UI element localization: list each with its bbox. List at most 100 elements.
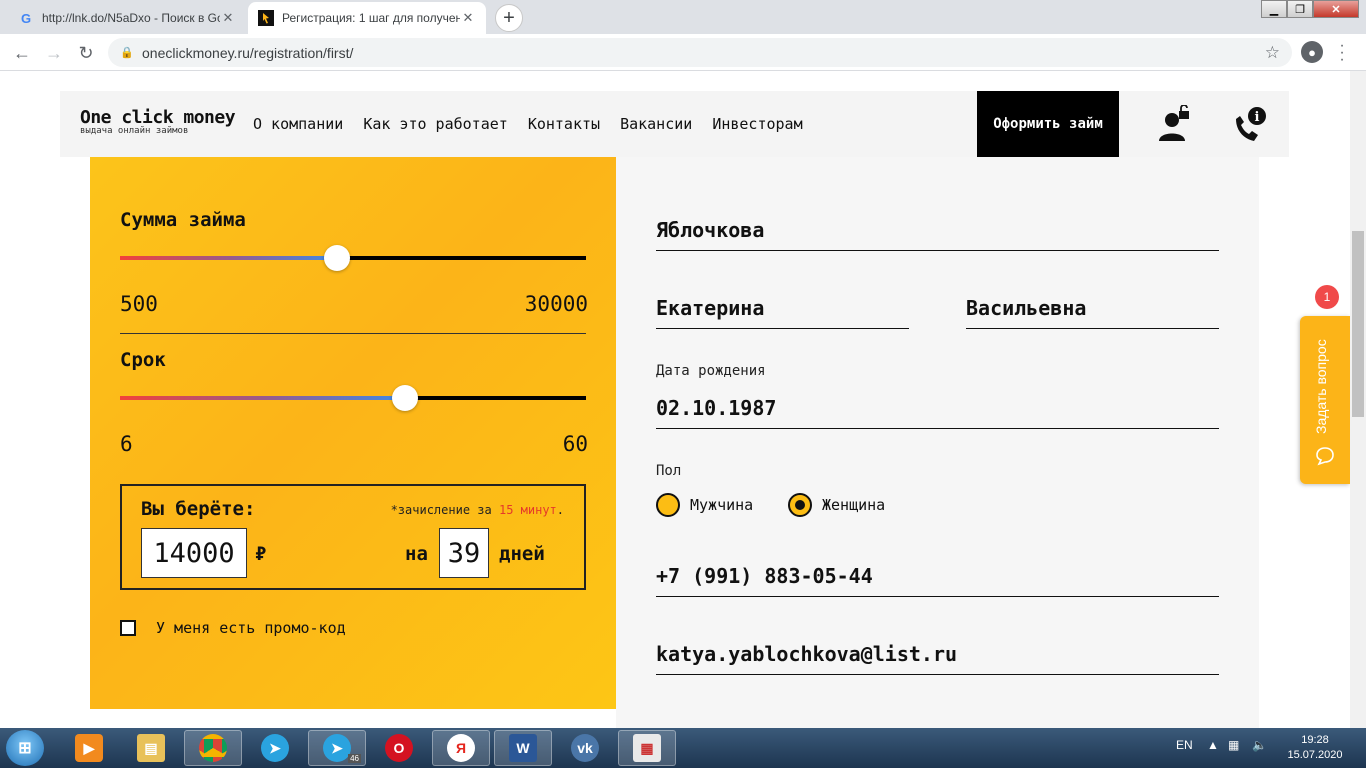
on-label: на — [405, 543, 428, 565]
email-field[interactable]: katya.yablochkova@list.ru — [656, 623, 1219, 675]
currency-sign: ₽ — [255, 543, 267, 565]
network-icon[interactable]: ▦ — [1228, 738, 1239, 752]
volume-icon[interactable]: 🔈 — [1252, 738, 1267, 752]
gender-label: Пол — [656, 463, 682, 479]
page-viewport: One click money выдача онлайн займов О к… — [0, 71, 1350, 728]
taskbar-explorer[interactable]: ▤ — [122, 730, 180, 766]
transfer-note: *зачисление за 15 минут. — [391, 503, 564, 517]
taskbar-yandex[interactable]: Я — [432, 730, 490, 766]
transfer-note-suffix: . — [556, 503, 564, 517]
loan-summary-box: Вы берёте: *зачисление за 15 минут. 1400… — [120, 484, 586, 590]
tab-registration[interactable]: Регистрация: 1 шаг для получения займа ✕ — [248, 2, 486, 34]
nav-item-vacancies[interactable]: Вакансии — [620, 115, 692, 133]
nav-item-about[interactable]: О компании — [253, 115, 343, 133]
registration-form-panel: Яблочкова Екатерина Васильевна Дата рожд… — [616, 157, 1259, 728]
amount-slider-fill — [120, 256, 337, 260]
folder-icon: ▤ — [137, 734, 165, 762]
main-nav: О компании Как это работает Контакты Вак… — [253, 115, 803, 133]
telegram-icon: ➤ — [261, 734, 289, 762]
ask-question-label: Задать вопрос — [1313, 339, 1329, 434]
windows-start-icon[interactable]: ⊞ — [6, 730, 44, 766]
telegram-count-badge: 46 — [348, 754, 361, 763]
tray-expand-icon[interactable]: ▲ — [1207, 738, 1219, 752]
amount-min: 500 — [120, 292, 158, 316]
address-bar[interactable]: 🔒 oneclickmoney.ru/registration/first/ ☆ — [108, 38, 1292, 67]
gender-male-label: Мужчина — [690, 496, 754, 514]
telegram-icon: ➤ — [323, 734, 351, 762]
taskbar-telegram-2[interactable]: ➤ 46 — [308, 730, 366, 766]
logo-title: One click money — [80, 107, 236, 128]
calc-divider — [120, 333, 586, 334]
tab-title: http://lnk.do/N5aDxo - Поиск в Google — [42, 11, 220, 25]
google-icon: G — [20, 10, 32, 26]
gender-male-radio[interactable]: Мужчина — [656, 493, 753, 517]
apply-loan-button[interactable]: Оформить займ — [977, 91, 1119, 157]
back-arrow-icon[interactable]: ← — [10, 41, 34, 65]
new-tab-button[interactable]: + — [495, 4, 523, 32]
nav-item-how-it-works[interactable]: Как это работает — [363, 115, 508, 133]
site-header: One click money выдача онлайн займов О к… — [60, 91, 1289, 157]
tab-close-icon[interactable]: ✕ — [460, 10, 476, 26]
page-scrollbar[interactable] — [1350, 71, 1366, 728]
browser-toolbar: ← → ↻ 🔒 oneclickmoney.ru/registration/fi… — [0, 34, 1366, 71]
scrollbar-thumb[interactable] — [1352, 231, 1364, 417]
gender-female-radio[interactable]: Женщина — [788, 493, 885, 517]
term-label: Срок — [120, 349, 166, 371]
taskbar-chrome[interactable] — [184, 730, 242, 766]
taskbar-vk[interactable]: vk — [556, 730, 614, 766]
clock-date: 15.07.2020 — [1287, 749, 1343, 761]
taskbar-word[interactable]: W — [494, 730, 552, 766]
reload-icon[interactable]: ↻ — [74, 41, 98, 65]
promo-code-checkbox[interactable] — [120, 620, 136, 636]
chat-bubble-icon — [1316, 447, 1334, 466]
window-maximize-button[interactable]: ❐ — [1287, 0, 1313, 18]
language-indicator[interactable]: EN — [1176, 738, 1193, 752]
days-value-field[interactable]: 39 — [439, 528, 489, 578]
middle-name-value: Васильевна — [966, 296, 1087, 320]
tab-google-search[interactable]: G http://lnk.do/N5aDxo - Поиск в Google … — [8, 2, 246, 34]
system-clock[interactable]: 19:28 15.07.2020 — [1285, 733, 1345, 763]
amount-slider[interactable] — [120, 245, 586, 271]
taskbar-telegram[interactable]: ➤ — [246, 730, 304, 766]
taskbar-app-grid[interactable]: ▦ — [618, 730, 676, 766]
phone-info-icon[interactable]: i — [1228, 105, 1268, 145]
phone-field[interactable]: +7 (991) 883-05-44 — [656, 545, 1219, 597]
days-label: дней — [499, 543, 545, 565]
transfer-note-time: 15 минут — [498, 503, 557, 517]
taskbar-opera[interactable]: O — [370, 730, 428, 766]
nav-item-contacts[interactable]: Контакты — [528, 115, 600, 133]
oneclickmoney-favicon-icon — [258, 10, 274, 26]
amount-value-field[interactable]: 14000 — [141, 528, 247, 578]
amount-slider-handle[interactable] — [324, 245, 350, 271]
birth-date-field[interactable]: 02.10.1987 — [656, 383, 1219, 429]
tab-close-icon[interactable]: ✕ — [220, 10, 236, 26]
term-min: 6 — [120, 432, 133, 456]
amount-label: Сумма займа — [120, 209, 246, 231]
opera-icon: O — [385, 734, 413, 762]
forward-arrow-icon[interactable]: → — [42, 41, 66, 65]
tab-title: Регистрация: 1 шаг для получения займа — [282, 11, 460, 25]
profile-avatar-icon[interactable]: ● — [1301, 41, 1323, 63]
promo-code-label: У меня есть промо-код — [156, 619, 346, 637]
window-minimize-button[interactable]: ▁ — [1261, 0, 1287, 18]
svg-text:i: i — [1255, 110, 1260, 125]
promo-code-row[interactable]: У меня есть промо-код — [120, 619, 346, 637]
last-name-field[interactable]: Яблочкова — [656, 197, 1219, 251]
bookmark-star-icon[interactable]: ☆ — [1265, 43, 1280, 63]
url-text: oneclickmoney.ru/registration/first/ — [142, 44, 354, 61]
first-name-field[interactable]: Екатерина — [656, 275, 909, 329]
loan-calculator-panel: Сумма займа 500 30000 Срок 6 60 Вы берёт… — [90, 157, 616, 709]
app-grid-icon: ▦ — [633, 734, 661, 762]
middle-name-field[interactable]: Васильевна — [966, 275, 1219, 329]
term-slider-handle[interactable] — [392, 385, 418, 411]
user-login-icon[interactable] — [1154, 104, 1194, 145]
media-player-icon: ▶ — [75, 734, 103, 762]
browser-menu-icon[interactable]: · · · — [1336, 38, 1348, 68]
nav-item-investors[interactable]: Инвесторам — [712, 115, 802, 133]
radio-unchecked-icon — [656, 493, 680, 517]
term-slider[interactable] — [120, 385, 586, 411]
ask-question-widget[interactable]: Задать вопрос — [1300, 316, 1350, 484]
site-logo[interactable]: One click money выдача онлайн займов — [80, 107, 236, 136]
window-close-button[interactable]: ✕ — [1313, 0, 1359, 18]
taskbar-media-player[interactable]: ▶ — [60, 730, 118, 766]
